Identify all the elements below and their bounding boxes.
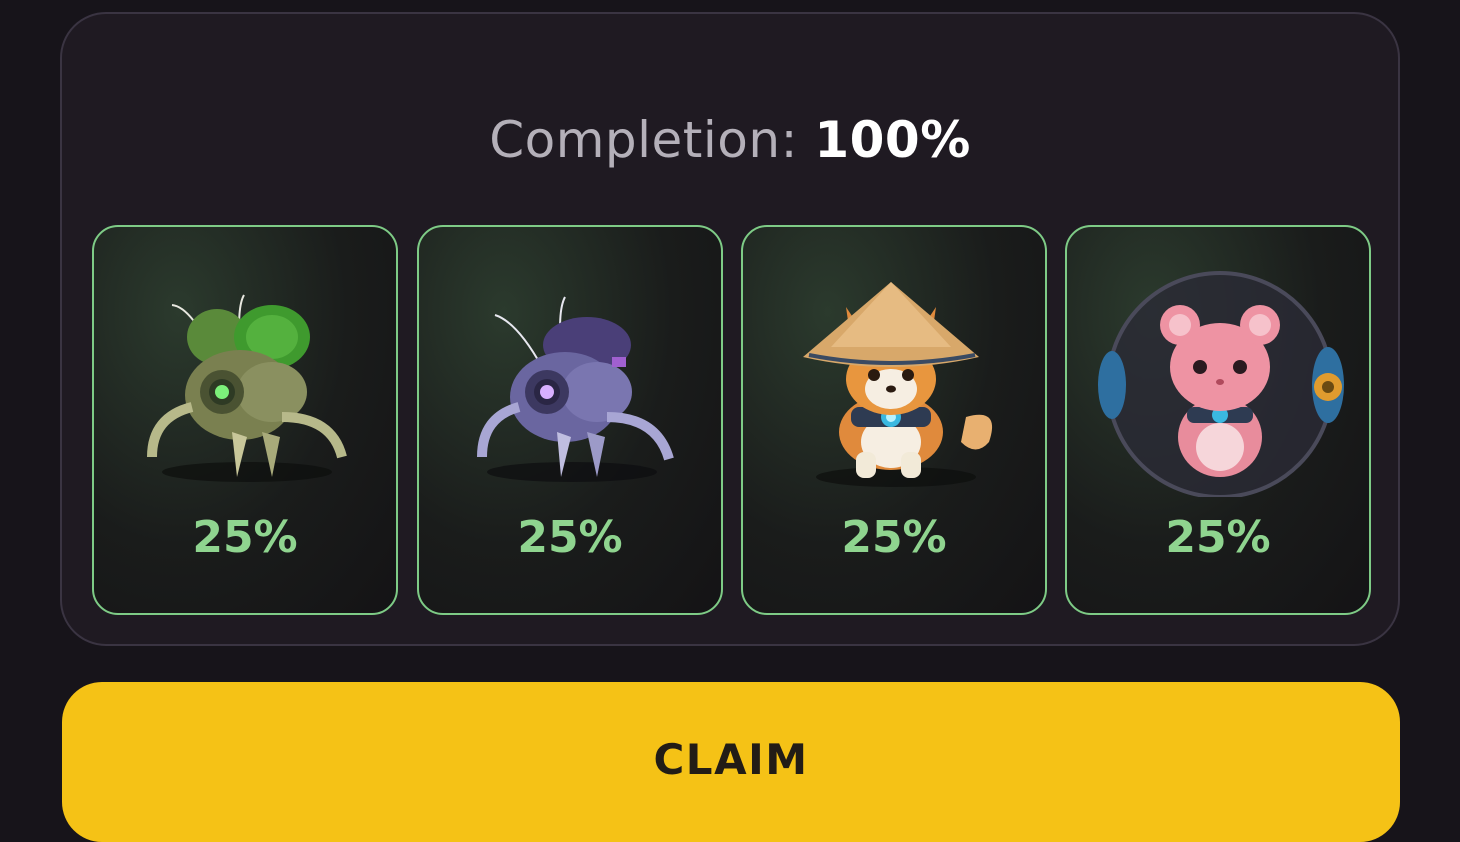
shiba-straw-hat-icon: [803, 282, 993, 487]
purple-mech-bug-icon: [477, 296, 674, 482]
card-percent: 25%: [517, 512, 623, 563]
card-purple-bug[interactable]: 25%: [417, 225, 723, 615]
green-mech-bug-icon: [147, 294, 347, 482]
claim-button[interactable]: CLAIM: [62, 682, 1400, 842]
hamster-in-ball-icon: [1098, 271, 1344, 497]
completion-panel: Completion: 100% 25% 25% 25% 25%: [60, 12, 1400, 646]
card-hamster-ball[interactable]: 25%: [1065, 225, 1371, 615]
card-percent: 25%: [1165, 512, 1271, 563]
completion-label: Completion:: [489, 111, 815, 169]
completion-value: 100%: [814, 111, 971, 169]
card-percent: 25%: [192, 512, 298, 563]
card-percent: 25%: [841, 512, 947, 563]
card-shiba-dog[interactable]: 25%: [741, 225, 1047, 615]
card-green-bug[interactable]: 25%: [92, 225, 398, 615]
completion-text: Completion: 100%: [62, 110, 1398, 170]
